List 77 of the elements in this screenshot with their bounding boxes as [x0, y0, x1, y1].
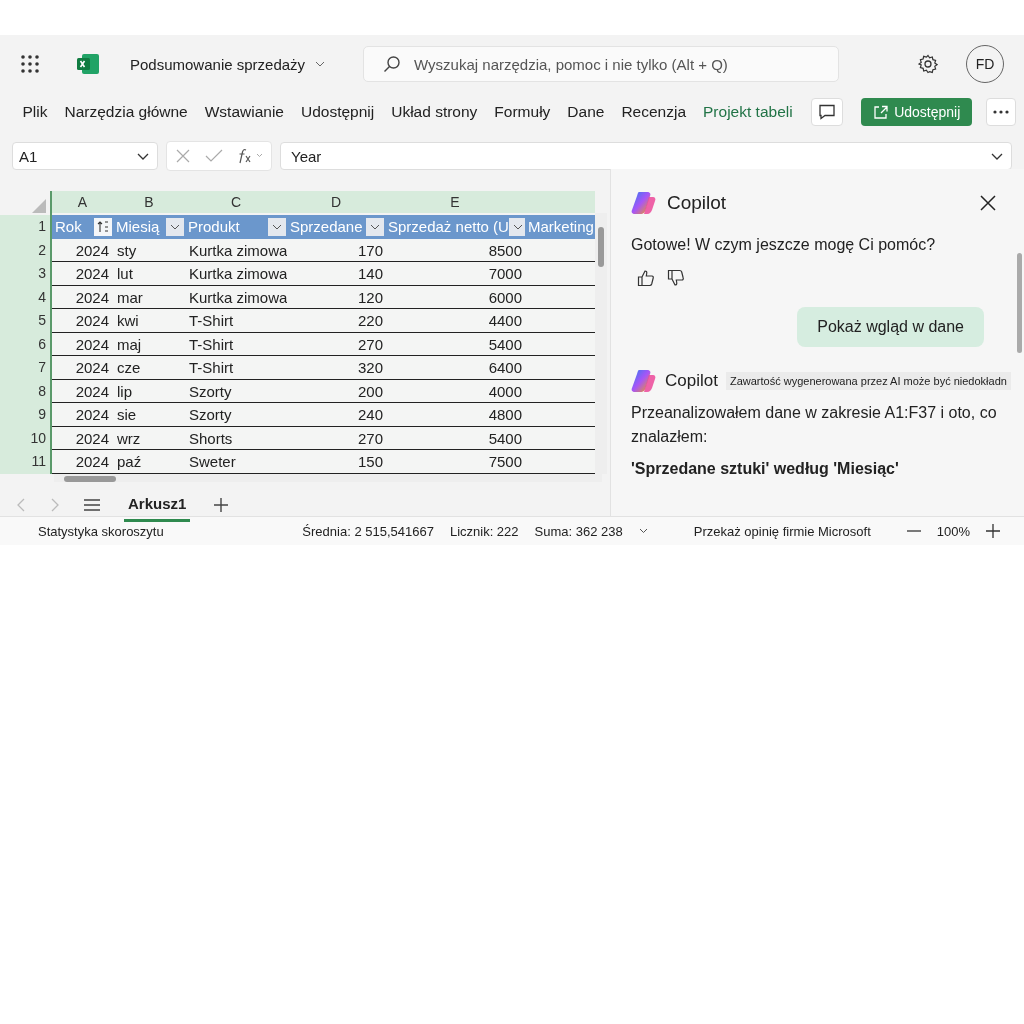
assistant-message: Gotowe! W czym jeszcze mogę Ci pomóc?: [631, 235, 937, 255]
row-header[interactable]: 1: [0, 215, 52, 239]
settings-icon[interactable]: [918, 54, 938, 74]
name-box[interactable]: A1: [12, 142, 158, 170]
sum-stat: Suma: 362 238: [534, 523, 623, 539]
ribbon-tab[interactable]: Udostępnij: [292, 103, 383, 121]
add-sheet-icon[interactable]: [214, 497, 229, 512]
filter-dropdown-icon[interactable]: [268, 217, 286, 236]
document-title[interactable]: Podsumowanie sprzedaży: [130, 55, 326, 73]
app-launcher-icon[interactable]: [20, 54, 40, 74]
insight-heading: 'Sprzedane sztuki' według 'Miesiąc': [631, 459, 900, 479]
ribbon-tab[interactable]: Układ strony: [382, 103, 486, 121]
horizontal-scrollbar[interactable]: [54, 473, 602, 482]
row-header[interactable]: 6: [0, 332, 52, 356]
ai-disclaimer-tag: Zawartość wygenerowana przez AI może być niedokładn: [725, 372, 1011, 390]
ribbon-tab[interactable]: Formuły: [485, 103, 559, 121]
panel-title: Copilot: [667, 192, 727, 214]
ribbon-tab[interactable]: Recenzja: [612, 103, 695, 121]
sort-icon[interactable]: [94, 217, 112, 236]
table-header-cell: Sprzedane: [287, 215, 385, 239]
comment-icon: [818, 104, 837, 120]
workbook-statistics-link[interactable]: Statystyka skoroszytu: [38, 523, 164, 539]
column-header[interactable]: A: [52, 191, 113, 213]
column-header[interactable]: C: [185, 191, 287, 213]
spreadsheet-logo-icon[interactable]: [76, 53, 100, 75]
filter-dropdown-icon[interactable]: [508, 217, 525, 236]
row-header[interactable]: 4: [0, 285, 52, 309]
row-header[interactable]: 10: [0, 426, 52, 450]
chevron-down-icon[interactable]: [638, 528, 648, 534]
check-icon[interactable]: [205, 149, 223, 163]
function-icon[interactable]: [237, 148, 263, 164]
column-header[interactable]: B: [113, 191, 185, 213]
assistant-message: Przeanalizowałem dane w zakresie A1:F37 i oto, co znalazłem:: [631, 403, 998, 447]
count-stat: Licznik: 222: [449, 523, 519, 539]
chevron-down-icon: [137, 152, 149, 160]
close-icon[interactable]: [980, 195, 996, 211]
search-field[interactable]: Wyszukaj narzędzia, pomoc i nie tylko (Alt + Q): [363, 46, 840, 82]
row-header[interactable]: 8: [0, 379, 52, 403]
average-stat: Średnia: 2 515,541667: [302, 523, 434, 539]
table-header-cell: Marketing: [525, 215, 595, 239]
table-header-cell: Rok: [52, 215, 113, 239]
row-header[interactable]: 9: [0, 403, 52, 427]
ribbon-tab[interactable]: Plik: [14, 103, 56, 121]
thumbs-down-icon[interactable]: [667, 269, 685, 287]
assistant-name: Copilot: [665, 371, 718, 391]
ribbon-tab[interactable]: Narzędzia główne: [56, 103, 197, 121]
ribbon-tab[interactable]: Projekt tabeli: [694, 103, 802, 121]
share-icon: [873, 105, 889, 119]
more-icon: [993, 110, 1010, 114]
formula-input[interactable]: Year: [280, 142, 1012, 170]
ribbon-tab[interactable]: Wstawianie: [196, 103, 293, 121]
chevron-down-icon: [991, 152, 1003, 160]
zoom-in-icon[interactable]: [986, 524, 1000, 538]
share-button[interactable]: Udostępnij: [861, 98, 973, 126]
feedback-link[interactable]: Przekaż opinię firmie Microsoft: [693, 523, 871, 539]
column-header[interactable]: D: [287, 191, 385, 213]
zoom-level[interactable]: 100%: [936, 523, 970, 539]
user-message: Pokaż wgląd w dane: [797, 307, 984, 347]
row-header[interactable]: 7: [0, 356, 52, 380]
filter-dropdown-icon[interactable]: [366, 217, 384, 236]
row-header[interactable]: 2: [0, 238, 52, 262]
ribbon-tab[interactable]: Dane: [558, 103, 613, 121]
copilot-logo-icon: [631, 191, 657, 215]
table-header-cell: Produkt: [185, 215, 287, 239]
row-header[interactable]: 3: [0, 262, 52, 286]
copilot-logo-icon: [631, 369, 657, 393]
filter-dropdown-icon[interactable]: [166, 217, 184, 236]
comments-button[interactable]: [811, 98, 844, 126]
table-header-cell: Sprzedaż netto (U: [385, 215, 525, 239]
vertical-scrollbar[interactable]: [595, 213, 607, 474]
table-header-cell: Miesią: [113, 215, 185, 239]
thumbs-up-icon[interactable]: [637, 269, 655, 287]
menu-icon[interactable]: [84, 498, 100, 511]
row-header[interactable]: 5: [0, 309, 52, 333]
column-header[interactable]: E: [385, 191, 525, 213]
chevron-down-icon: [315, 61, 326, 67]
row-header[interactable]: 11: [0, 450, 52, 474]
